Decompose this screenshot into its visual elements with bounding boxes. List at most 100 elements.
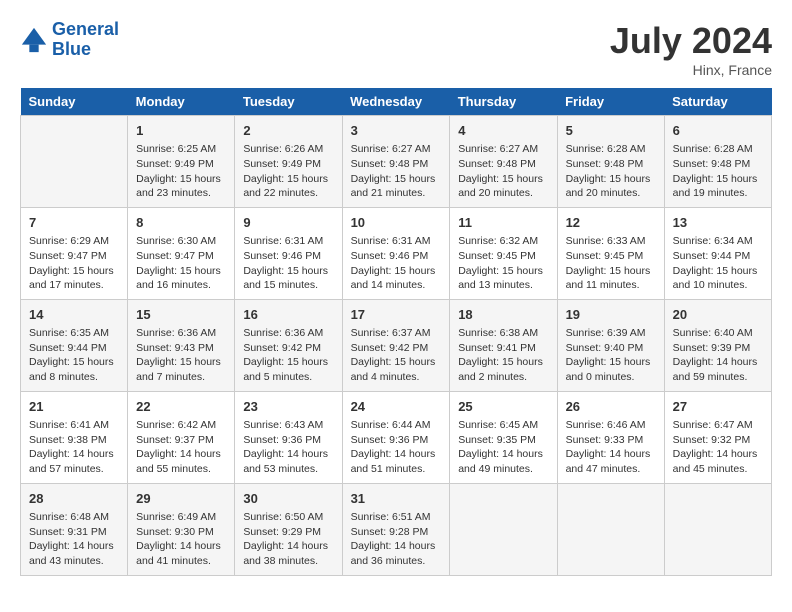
- day-info: Sunrise: 6:43 AM Sunset: 9:36 PM Dayligh…: [243, 418, 333, 477]
- day-info: Sunrise: 6:25 AM Sunset: 9:49 PM Dayligh…: [136, 142, 226, 201]
- day-number: 15: [136, 306, 226, 324]
- day-info: Sunrise: 6:41 AM Sunset: 9:38 PM Dayligh…: [29, 418, 119, 477]
- calendar-week-row: 28 Sunrise: 6:48 AM Sunset: 9:31 PM Dayli…: [21, 483, 772, 575]
- month-title: July 2024: [610, 20, 772, 62]
- calendar-cell: 3 Sunrise: 6:27 AM Sunset: 9:48 PM Daylig…: [342, 116, 450, 208]
- calendar-cell: 31 Sunrise: 6:51 AM Sunset: 9:28 PM Dayli…: [342, 483, 450, 575]
- calendar-cell: 13 Sunrise: 6:34 AM Sunset: 9:44 PM Dayli…: [664, 207, 771, 299]
- weekday-header: Thursday: [450, 88, 557, 116]
- logo-icon: [20, 26, 48, 54]
- day-info: Sunrise: 6:42 AM Sunset: 9:37 PM Dayligh…: [136, 418, 226, 477]
- calendar-week-row: 7 Sunrise: 6:29 AM Sunset: 9:47 PM Daylig…: [21, 207, 772, 299]
- calendar-cell: 11 Sunrise: 6:32 AM Sunset: 9:45 PM Dayli…: [450, 207, 557, 299]
- calendar-cell: 4 Sunrise: 6:27 AM Sunset: 9:48 PM Daylig…: [450, 116, 557, 208]
- weekday-header: Friday: [557, 88, 664, 116]
- calendar-week-row: 14 Sunrise: 6:35 AM Sunset: 9:44 PM Dayli…: [21, 299, 772, 391]
- day-info: Sunrise: 6:36 AM Sunset: 9:42 PM Dayligh…: [243, 326, 333, 385]
- day-info: Sunrise: 6:49 AM Sunset: 9:30 PM Dayligh…: [136, 510, 226, 569]
- day-number: 3: [351, 122, 442, 140]
- calendar-cell: 27Sunrise: 6:47 AM Sunset: 9:32 PM Dayli…: [664, 391, 771, 483]
- day-number: 27: [673, 398, 763, 416]
- weekday-header: Sunday: [21, 88, 128, 116]
- calendar-cell: 25 Sunrise: 6:45 AM Sunset: 9:35 PM Dayli…: [450, 391, 557, 483]
- calendar-cell: 8 Sunrise: 6:30 AM Sunset: 9:47 PM Daylig…: [128, 207, 235, 299]
- calendar-cell: 16 Sunrise: 6:36 AM Sunset: 9:42 PM Dayli…: [235, 299, 342, 391]
- day-info: Sunrise: 6:44 AM Sunset: 9:36 PM Dayligh…: [351, 418, 442, 477]
- day-number: 26: [566, 398, 656, 416]
- day-info: Sunrise: 6:30 AM Sunset: 9:47 PM Dayligh…: [136, 234, 226, 293]
- calendar-cell: 24Sunrise: 6:44 AM Sunset: 9:36 PM Dayli…: [342, 391, 450, 483]
- day-number: 31: [351, 490, 442, 508]
- calendar-week-row: 1 Sunrise: 6:25 AM Sunset: 9:49 PM Daylig…: [21, 116, 772, 208]
- day-info: Sunrise: 6:40 AM Sunset: 9:39 PM Dayligh…: [673, 326, 763, 385]
- day-number: 23: [243, 398, 333, 416]
- weekday-header-row: SundayMondayTuesdayWednesdayThursdayFrid…: [21, 88, 772, 116]
- logo: General Blue: [20, 20, 119, 60]
- day-info: Sunrise: 6:36 AM Sunset: 9:43 PM Dayligh…: [136, 326, 226, 385]
- day-number: 4: [458, 122, 548, 140]
- day-info: Sunrise: 6:31 AM Sunset: 9:46 PM Dayligh…: [243, 234, 333, 293]
- calendar-cell: 18 Sunrise: 6:38 AM Sunset: 9:41 PM Dayli…: [450, 299, 557, 391]
- day-info: Sunrise: 6:46 AM Sunset: 9:33 PM Dayligh…: [566, 418, 656, 477]
- day-info: Sunrise: 6:33 AM Sunset: 9:45 PM Dayligh…: [566, 234, 656, 293]
- day-number: 16: [243, 306, 333, 324]
- calendar-cell: 30 Sunrise: 6:50 AM Sunset: 9:29 PM Dayli…: [235, 483, 342, 575]
- day-number: 8: [136, 214, 226, 232]
- day-number: 11: [458, 214, 548, 232]
- calendar-cell: 26 Sunrise: 6:46 AM Sunset: 9:33 PM Dayli…: [557, 391, 664, 483]
- title-block: July 2024 Hinx, France: [610, 20, 772, 78]
- day-info: Sunrise: 6:28 AM Sunset: 9:48 PM Dayligh…: [566, 142, 656, 201]
- calendar-week-row: 21Sunrise: 6:41 AM Sunset: 9:38 PM Dayli…: [21, 391, 772, 483]
- day-number: 17: [351, 306, 442, 324]
- day-number: 19: [566, 306, 656, 324]
- weekday-header: Wednesday: [342, 88, 450, 116]
- day-number: 1: [136, 122, 226, 140]
- weekday-header: Monday: [128, 88, 235, 116]
- calendar-cell: 22 Sunrise: 6:42 AM Sunset: 9:37 PM Dayli…: [128, 391, 235, 483]
- calendar-cell: 2Sunrise: 6:26 AM Sunset: 9:49 PM Daylig…: [235, 116, 342, 208]
- day-info: Sunrise: 6:28 AM Sunset: 9:48 PM Dayligh…: [673, 142, 763, 201]
- day-number: 2: [243, 122, 333, 140]
- day-info: Sunrise: 6:38 AM Sunset: 9:41 PM Dayligh…: [458, 326, 548, 385]
- day-info: Sunrise: 6:27 AM Sunset: 9:48 PM Dayligh…: [351, 142, 442, 201]
- day-number: 18: [458, 306, 548, 324]
- calendar-cell: [557, 483, 664, 575]
- day-number: 30: [243, 490, 333, 508]
- calendar-cell: 19Sunrise: 6:39 AM Sunset: 9:40 PM Dayli…: [557, 299, 664, 391]
- day-info: Sunrise: 6:48 AM Sunset: 9:31 PM Dayligh…: [29, 510, 119, 569]
- day-number: 6: [673, 122, 763, 140]
- calendar-cell: 29 Sunrise: 6:49 AM Sunset: 9:30 PM Dayli…: [128, 483, 235, 575]
- day-number: 28: [29, 490, 119, 508]
- calendar-cell: [21, 116, 128, 208]
- day-number: 13: [673, 214, 763, 232]
- day-number: 7: [29, 214, 119, 232]
- day-info: Sunrise: 6:32 AM Sunset: 9:45 PM Dayligh…: [458, 234, 548, 293]
- day-number: 5: [566, 122, 656, 140]
- day-number: 10: [351, 214, 442, 232]
- day-info: Sunrise: 6:45 AM Sunset: 9:35 PM Dayligh…: [458, 418, 548, 477]
- calendar-cell: [450, 483, 557, 575]
- calendar-cell: 15 Sunrise: 6:36 AM Sunset: 9:43 PM Dayli…: [128, 299, 235, 391]
- page-header: General Blue July 2024 Hinx, France: [20, 20, 772, 78]
- day-number: 20: [673, 306, 763, 324]
- calendar-cell: 12 Sunrise: 6:33 AM Sunset: 9:45 PM Dayli…: [557, 207, 664, 299]
- calendar-cell: 21Sunrise: 6:41 AM Sunset: 9:38 PM Dayli…: [21, 391, 128, 483]
- day-info: Sunrise: 6:27 AM Sunset: 9:48 PM Dayligh…: [458, 142, 548, 201]
- day-number: 12: [566, 214, 656, 232]
- day-number: 9: [243, 214, 333, 232]
- day-info: Sunrise: 6:29 AM Sunset: 9:47 PM Dayligh…: [29, 234, 119, 293]
- day-number: 14: [29, 306, 119, 324]
- calendar-cell: 14 Sunrise: 6:35 AM Sunset: 9:44 PM Dayli…: [21, 299, 128, 391]
- calendar-cell: 7 Sunrise: 6:29 AM Sunset: 9:47 PM Daylig…: [21, 207, 128, 299]
- day-info: Sunrise: 6:35 AM Sunset: 9:44 PM Dayligh…: [29, 326, 119, 385]
- calendar-table: SundayMondayTuesdayWednesdayThursdayFrid…: [20, 88, 772, 576]
- day-number: 22: [136, 398, 226, 416]
- day-info: Sunrise: 6:34 AM Sunset: 9:44 PM Dayligh…: [673, 234, 763, 293]
- calendar-cell: 5 Sunrise: 6:28 AM Sunset: 9:48 PM Daylig…: [557, 116, 664, 208]
- calendar-cell: 9 Sunrise: 6:31 AM Sunset: 9:46 PM Daylig…: [235, 207, 342, 299]
- day-info: Sunrise: 6:51 AM Sunset: 9:28 PM Dayligh…: [351, 510, 442, 569]
- calendar-cell: 23 Sunrise: 6:43 AM Sunset: 9:36 PM Dayli…: [235, 391, 342, 483]
- day-number: 25: [458, 398, 548, 416]
- day-number: 29: [136, 490, 226, 508]
- day-info: Sunrise: 6:50 AM Sunset: 9:29 PM Dayligh…: [243, 510, 333, 569]
